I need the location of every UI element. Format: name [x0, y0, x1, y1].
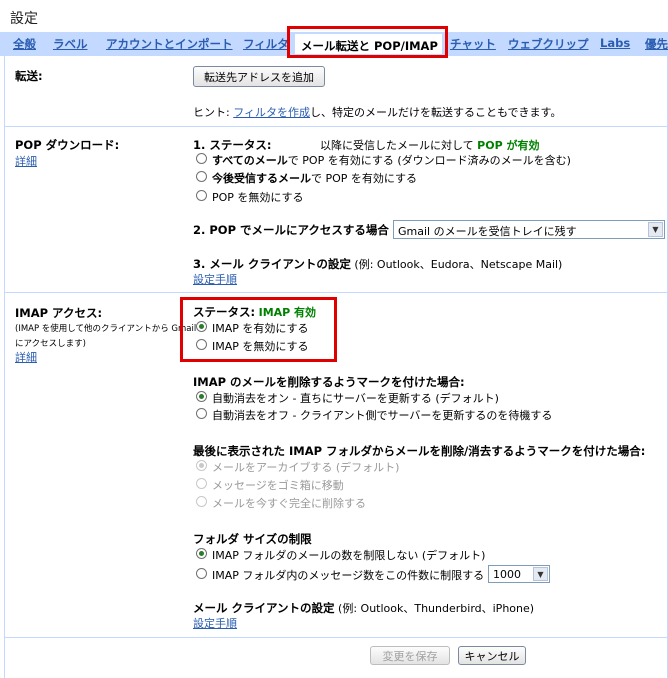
- pop-details-link[interactable]: 詳細: [15, 153, 37, 169]
- tab-priority[interactable]: 優先: [645, 36, 668, 52]
- section-divider: [4, 126, 668, 127]
- pop-status-value: POP が有効: [477, 139, 540, 152]
- imap-access-label: IMAP アクセス:: [15, 306, 103, 320]
- save-changes-button[interactable]: 変更を保存: [370, 646, 450, 665]
- chevron-down-icon: ▼: [648, 222, 663, 237]
- imap-setup-instructions-link[interactable]: 設定手順: [193, 615, 237, 631]
- imap-expunge-heading: 最後に表示された IMAP フォルダからメールを削除/消去するようマークを付けた…: [193, 444, 646, 458]
- tab-labels[interactable]: ラベル: [53, 36, 88, 52]
- pop-client-setup: 3. メール クライアントの設定 (例: Outlook、Eudora、Nets…: [193, 256, 562, 272]
- no-folder-limit-label: IMAP フォルダのメールの数を制限しない (デフォルト): [212, 549, 486, 562]
- pop-new-mail-radio[interactable]: [196, 171, 207, 182]
- limit-folder-label: IMAP フォルダ内のメッセージ数をこの件数に制限する: [212, 569, 485, 582]
- folder-limit-select[interactable]: 1000 ▼: [488, 565, 550, 583]
- imap-enable-label: IMAP を有効にする: [212, 322, 309, 335]
- section-divider: [4, 637, 668, 638]
- tab-filters[interactable]: フィルタ: [243, 36, 289, 52]
- imap-disable-label: IMAP を無効にする: [212, 340, 309, 353]
- pop-access-selected: Gmail のメールを受信トレイに残す: [398, 225, 577, 238]
- pop-option-all-rest: で POP を有効にする (ダウンロード済みのメールを含む): [287, 154, 571, 167]
- tab-web-clips[interactable]: ウェブクリップ: [508, 36, 589, 52]
- tab-highlight-box: [287, 26, 448, 58]
- imap-client-setup: メール クライアントの設定 (例: Outlook、Thunderbird、iP…: [193, 600, 534, 616]
- auto-expunge-off-radio[interactable]: [196, 408, 207, 419]
- pop-option-disable-label: POP を無効にする: [212, 191, 304, 204]
- tab-accounts-import[interactable]: アカウントとインポート: [106, 36, 233, 52]
- pop-download-label: POP ダウンロード:: [15, 138, 120, 152]
- tab-general[interactable]: 全般: [13, 36, 36, 52]
- pop-option-new-label: 今後受信するメールで POP を有効にする: [212, 170, 417, 186]
- pop-option-new-rest: で POP を有効にする: [311, 172, 418, 185]
- imap-delete-heading: IMAP のメールを削除するようマークを付けた場合:: [193, 375, 465, 389]
- pop-all-mail-radio[interactable]: [196, 153, 207, 164]
- limit-folder-radio[interactable]: [196, 568, 207, 579]
- tab-labs[interactable]: Labs: [600, 36, 630, 50]
- move-to-trash-label: メッセージをゴミ箱に移動: [212, 479, 344, 492]
- imap-description-line2: にアクセスします): [15, 339, 86, 349]
- imap-description-line1: (IMAP を使用して他のクライアントから Gmail: [15, 324, 197, 334]
- hint-suffix: し、特定のメールだけを転送することもできます。: [309, 106, 562, 119]
- delete-forever-label: メールを今すぐ完全に削除する: [212, 497, 366, 510]
- imap-details-link[interactable]: 詳細: [15, 349, 37, 365]
- forwarding-hint: ヒント: フィルタを作成し、特定のメールだけを転送することもできます。: [193, 104, 561, 120]
- pop-disable-radio[interactable]: [196, 190, 207, 201]
- imap-disable-radio[interactable]: [196, 339, 207, 350]
- section-divider: [4, 292, 668, 293]
- pop-status-text: 以降に受信したメールに対して POP が有効: [320, 137, 539, 153]
- auto-expunge-off-label: 自動消去をオフ - クライアント側でサーバーを更新するのを待機する: [212, 409, 553, 422]
- imap-status: ステータス: IMAP 有効: [193, 304, 316, 320]
- imap-status-heading: ステータス:: [193, 305, 256, 319]
- pop-access-select[interactable]: Gmail のメールを受信トレイに残す ▼: [393, 220, 665, 239]
- folder-limit-value: 1000: [493, 568, 521, 581]
- pop-status-text-label: 以降に受信したメールに対して: [320, 139, 474, 152]
- move-to-trash-radio[interactable]: [196, 478, 207, 489]
- pop-client-heading: 3. メール クライアントの設定: [193, 257, 351, 271]
- imap-client-examples: (例: Outlook、Thunderbird、iPhone): [338, 602, 535, 615]
- imap-enable-radio[interactable]: [196, 321, 207, 332]
- pop-option-all-label: すべてのメールで POP を有効にする (ダウンロード済みのメールを含む): [212, 152, 571, 168]
- archive-message-label: メールをアーカイブする (デフォルト): [212, 461, 400, 474]
- pop-option-new-bold: 今後受信するメール: [212, 172, 311, 185]
- page-title: 設定: [10, 11, 38, 27]
- folder-size-heading: フォルダ サイズの制限: [193, 532, 312, 546]
- imap-status-value: IMAP 有効: [258, 306, 317, 319]
- pop-setup-instructions-link[interactable]: 設定手順: [193, 271, 237, 287]
- add-forwarding-address-button[interactable]: 転送先アドレスを追加: [193, 66, 325, 87]
- pop-access-heading: 2. POP でメールにアクセスする場合: [193, 223, 389, 237]
- chevron-down-icon: ▼: [533, 567, 548, 581]
- pop-status-heading: 1. ステータス:: [193, 138, 272, 152]
- auto-expunge-on-label: 自動消去をオン - 直ちにサーバーを更新する (デフォルト): [212, 392, 499, 405]
- auto-expunge-on-radio[interactable]: [196, 391, 207, 402]
- archive-message-radio[interactable]: [196, 460, 207, 471]
- tab-chat[interactable]: チャット: [450, 36, 496, 52]
- create-filter-link[interactable]: フィルタを作成: [233, 106, 310, 119]
- cancel-button[interactable]: キャンセル: [458, 646, 526, 665]
- imap-client-heading: メール クライアントの設定: [193, 601, 335, 615]
- forwarding-label: 転送:: [15, 69, 43, 83]
- no-folder-limit-radio[interactable]: [196, 548, 207, 559]
- delete-forever-radio[interactable]: [196, 496, 207, 507]
- hint-prefix: ヒント:: [193, 106, 234, 119]
- pop-option-all-bold: すべてのメール: [212, 154, 288, 167]
- pop-client-examples: (例: Outlook、Eudora、Netscape Mail): [354, 258, 563, 271]
